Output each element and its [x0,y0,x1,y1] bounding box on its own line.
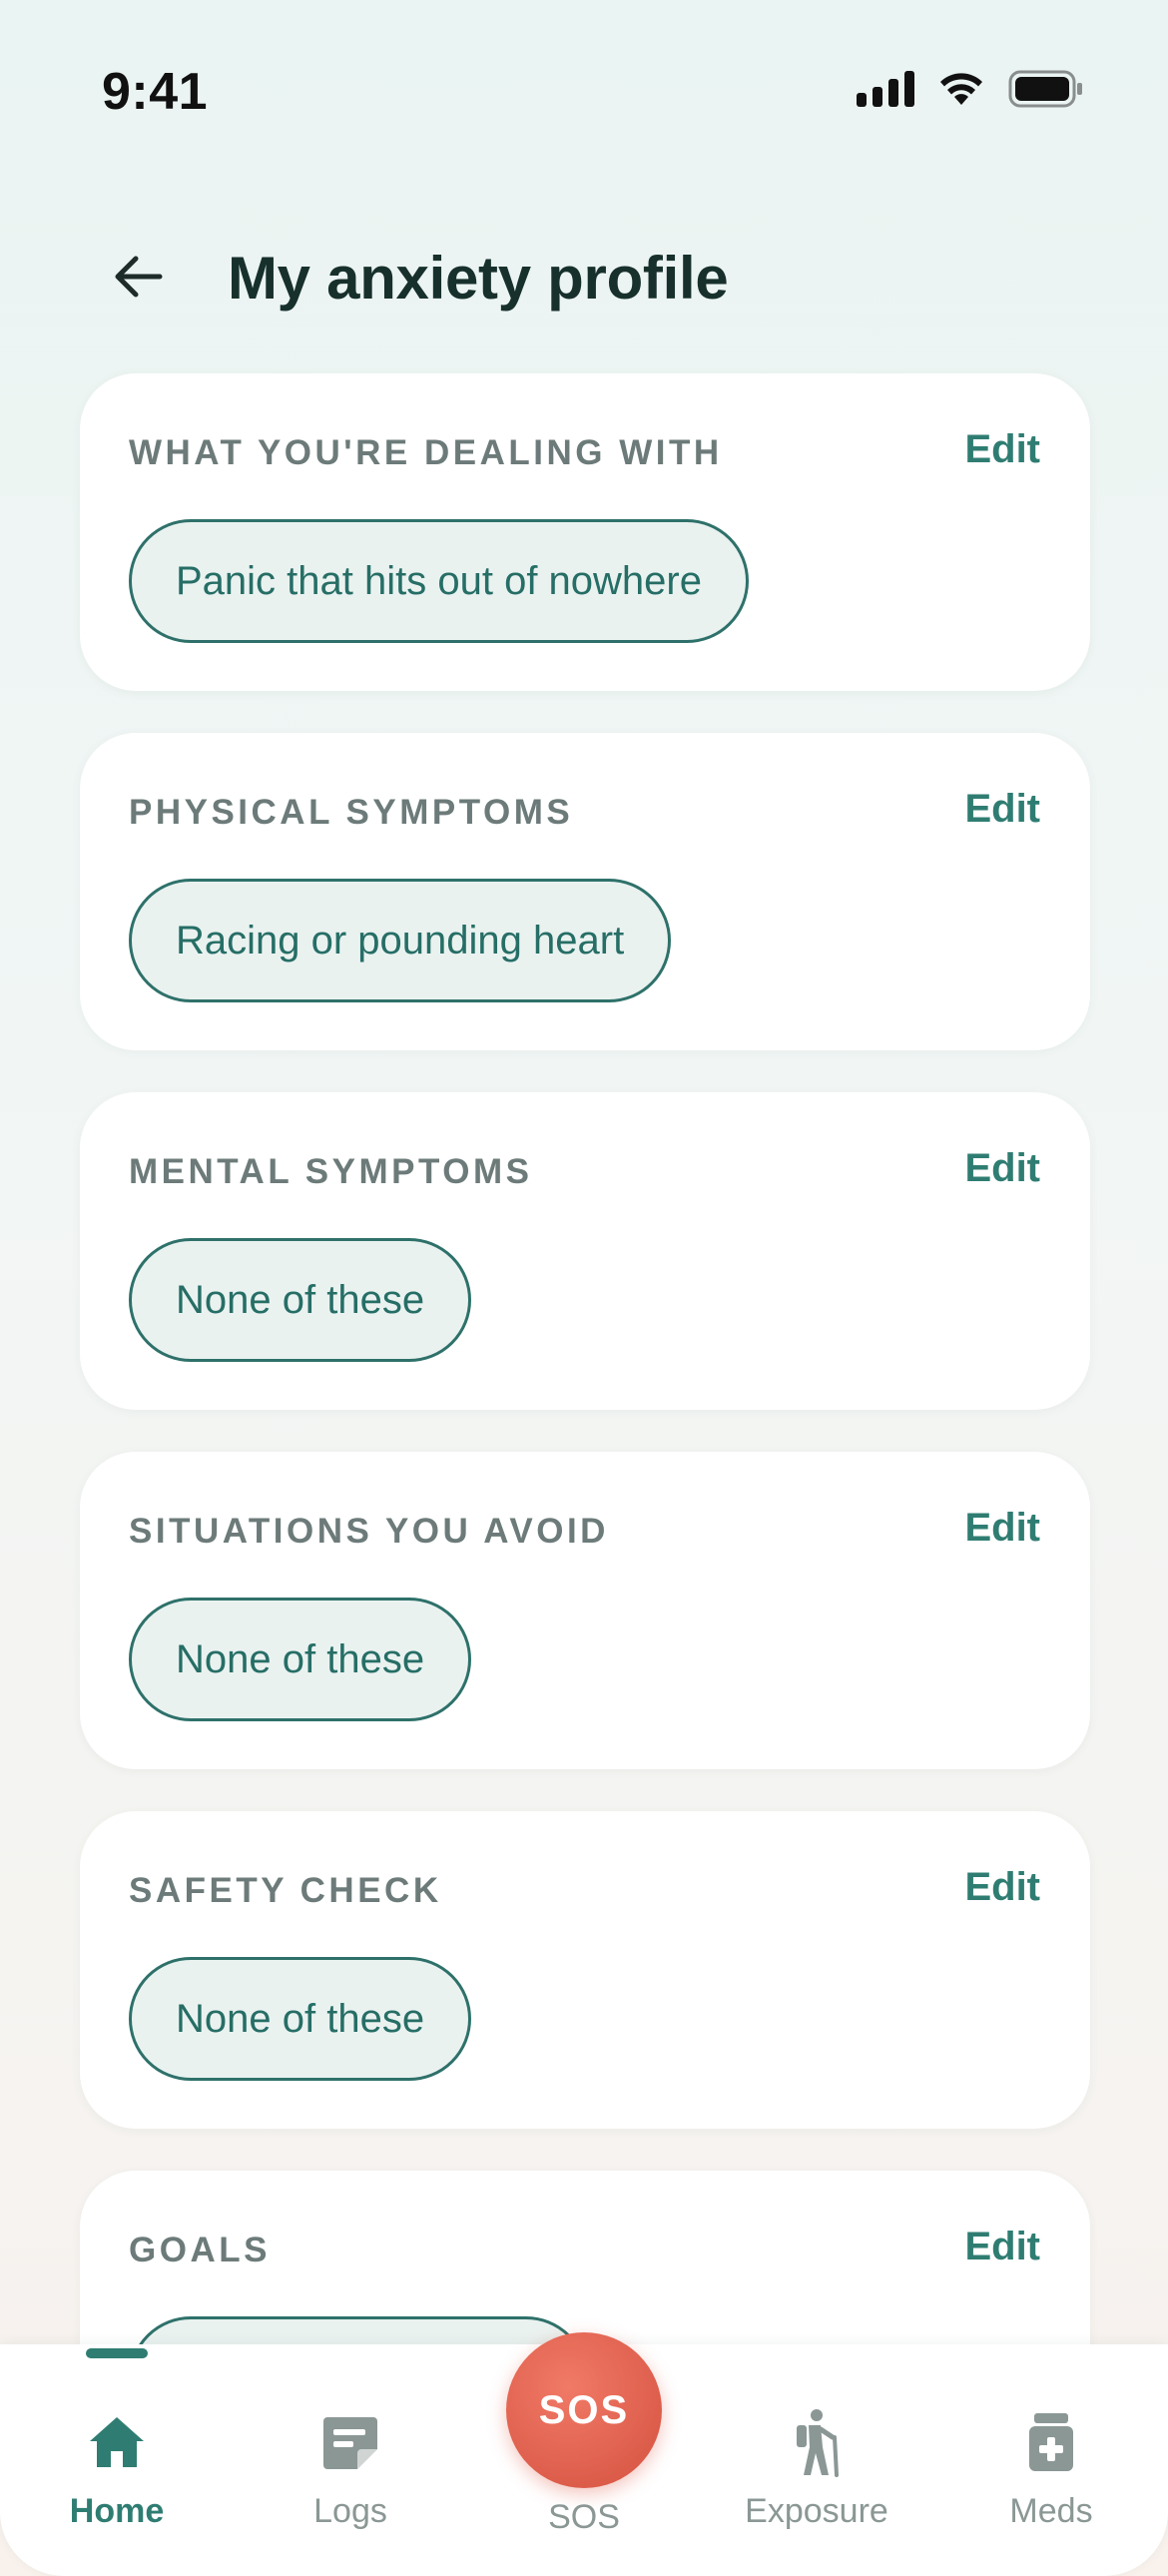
card-title: PHYSICAL SYMPTOMS [129,793,574,832]
selection-chip[interactable]: Panic that hits out of nowhere [129,519,749,643]
active-tab-indicator [86,2348,148,2358]
edit-button[interactable]: Edit [964,1865,1040,1910]
medicine-icon [951,2402,1151,2482]
card-title: WHAT YOU'RE DEALING WITH [129,433,723,472]
card-title: SAFETY CHECK [129,1871,442,1910]
card-safety-check: SAFETY CHECK Edit None of these [80,1811,1090,2129]
nav-label: Logs [313,2492,387,2530]
edit-button[interactable]: Edit [964,427,1040,472]
nav-logs[interactable]: Logs [251,2402,450,2531]
edit-button[interactable]: Edit [964,1506,1040,1551]
card-title: SITUATIONS YOU AVOID [129,1512,609,1551]
nav-label: Exposure [745,2492,888,2530]
selection-chip[interactable]: None of these [129,1598,472,1721]
edit-button[interactable]: Edit [964,2225,1040,2269]
nav-meds[interactable]: Meds [951,2402,1151,2531]
edit-button[interactable]: Edit [964,1146,1040,1191]
sos-button[interactable]: SOS [506,2332,662,2488]
status-time: 9:41 [102,63,209,121]
home-icon [17,2402,217,2482]
nav-label: Meds [1009,2492,1093,2530]
selection-chip[interactable]: None of these [129,1238,472,1362]
edit-button[interactable]: Edit [964,787,1040,832]
notes-icon [251,2402,450,2482]
card-situations-avoid: SITUATIONS YOU AVOID Edit None of these [80,1452,1090,1769]
hiker-icon [717,2402,916,2482]
arrow-left-icon [114,255,164,304]
nav-home[interactable]: Home [17,2402,217,2531]
status-icons [857,70,1084,108]
status-bar: 9:41 [0,0,1168,190]
card-title: MENTAL SYMPTOMS [129,1152,533,1191]
card-physical-symptoms: PHYSICAL SYMPTOMS Edit Racing or poundin… [80,733,1090,1050]
card-dealing-with: WHAT YOU'RE DEALING WITH Edit Panic that… [80,373,1090,691]
back-button[interactable] [96,242,182,316]
card-mental-symptoms: MENTAL SYMPTOMS Edit None of these [80,1092,1090,1410]
selection-chip[interactable]: Racing or pounding heart [129,879,672,1002]
battery-icon [1008,70,1084,108]
nav-label-sos: SOS [548,2498,620,2536]
nav-exposure[interactable]: Exposure [717,2402,916,2531]
cellular-signal-icon [857,71,914,107]
page-title: My anxiety profile [228,245,729,312]
nav-label: Home [69,2492,165,2530]
card-title: GOALS [129,2231,271,2269]
sos-button-text: SOS [538,2387,630,2432]
selection-chip[interactable]: None of these [129,1957,472,2081]
wifi-icon [938,71,984,107]
header: My anxiety profile [0,230,1168,329]
